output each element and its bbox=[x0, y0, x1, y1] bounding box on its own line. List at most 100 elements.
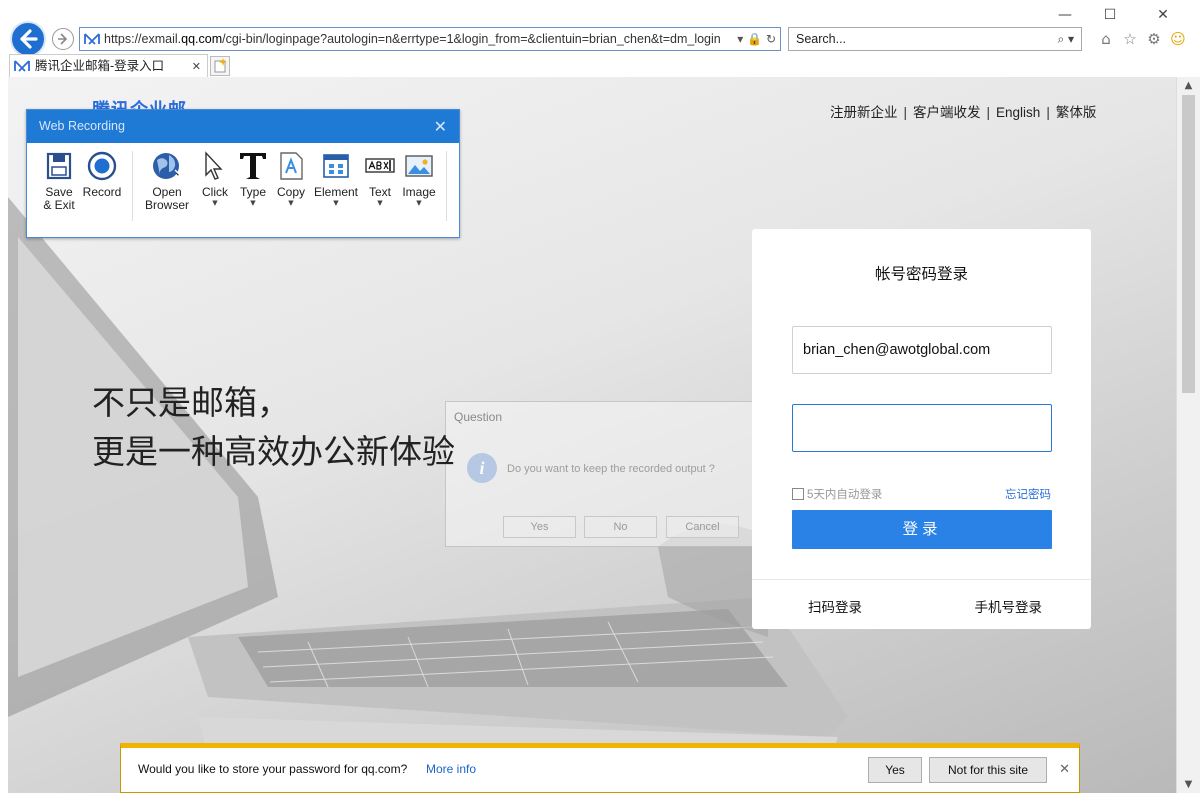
maximize-button[interactable]: ☐ bbox=[1095, 4, 1125, 26]
element-dropdown-icon[interactable]: ▼ bbox=[312, 199, 360, 207]
minimize-button[interactable]: — bbox=[1050, 4, 1080, 26]
copy-label: Copy bbox=[276, 185, 305, 199]
close-icon[interactable]: ✕ bbox=[434, 110, 447, 143]
dialog-yes-button[interactable]: Yes bbox=[503, 516, 576, 538]
scroll-down-icon[interactable]: ▼ bbox=[1177, 776, 1200, 793]
tab-close-icon[interactable]: ✕ bbox=[192, 55, 201, 78]
new-tab-button[interactable] bbox=[210, 56, 230, 76]
tencent-mail-favicon-icon bbox=[84, 33, 100, 45]
text-button[interactable]: Text ▼ bbox=[363, 150, 397, 207]
click-dropdown-icon[interactable]: ▼ bbox=[197, 199, 233, 207]
dialog-cancel-button[interactable]: Cancel bbox=[666, 516, 739, 538]
address-bar[interactable]: https://exmail.qq.com/cgi-bin/loginpage?… bbox=[79, 27, 781, 51]
refresh-icon[interactable]: ↻ bbox=[766, 32, 776, 46]
text-icon bbox=[365, 158, 395, 173]
copy-icon bbox=[280, 152, 303, 180]
address-bar-icons: ▾ 🔒 ↻ bbox=[737, 28, 776, 50]
question-dialog-title: Question bbox=[454, 410, 503, 424]
save-exit-button[interactable]: Save & Exit bbox=[39, 150, 79, 212]
back-button[interactable] bbox=[10, 21, 46, 57]
feedback-smiley-icon[interactable]: ☺ bbox=[1166, 28, 1190, 50]
search-icon[interactable]: ⌕ ▾ bbox=[1057, 28, 1074, 50]
tab-favicon-icon bbox=[14, 60, 30, 72]
image-label: Image bbox=[402, 185, 436, 199]
element-button[interactable]: Element ▼ bbox=[312, 150, 360, 207]
copy-dropdown-icon[interactable]: ▼ bbox=[273, 199, 309, 207]
save-password-notification: Would you like to store your password fo… bbox=[120, 743, 1080, 793]
settings-gear-icon[interactable]: ⚙ bbox=[1142, 28, 1166, 50]
close-notification-icon[interactable]: ✕ bbox=[1059, 762, 1070, 777]
cursor-icon bbox=[205, 151, 223, 180]
register-enterprise-link[interactable]: 注册新企业 bbox=[830, 105, 898, 120]
link-separator: | bbox=[903, 105, 908, 120]
save-label-line2: & Exit bbox=[43, 198, 75, 212]
element-icon bbox=[323, 154, 349, 178]
vertical-scrollbar[interactable]: ▲ ▼ bbox=[1176, 77, 1200, 793]
browser-tab-active[interactable]: 腾讯企业邮箱-登录入口 ✕ bbox=[9, 54, 208, 77]
forgot-password-link[interactable]: 忘记密码 bbox=[1005, 486, 1051, 502]
question-dialog-message: Do you want to keep the recorded output … bbox=[507, 463, 715, 475]
link-separator: | bbox=[1046, 105, 1050, 120]
remember-login-label: 5天内自动登录 bbox=[807, 489, 883, 501]
image-button[interactable]: Image ▼ bbox=[399, 150, 439, 207]
forward-button[interactable] bbox=[52, 28, 74, 50]
type-icon bbox=[240, 153, 266, 179]
english-link[interactable]: English bbox=[996, 105, 1040, 120]
email-field[interactable]: brian_chen@awotglobal.com bbox=[792, 326, 1052, 374]
scroll-up-icon[interactable]: ▲ bbox=[1177, 77, 1200, 94]
password-field[interactable] bbox=[792, 404, 1052, 452]
window-controls: — ☐ ✕ bbox=[1050, 0, 1200, 30]
more-info-link[interactable]: More info bbox=[426, 762, 476, 776]
web-recording-header[interactable]: Web Recording ✕ bbox=[27, 110, 459, 143]
save-password-message: Would you like to store your password fo… bbox=[138, 762, 408, 776]
not-for-this-site-button[interactable]: Not for this site bbox=[929, 757, 1047, 783]
click-label: Click bbox=[202, 185, 228, 199]
phone-login-link[interactable]: 手机号登录 bbox=[975, 596, 1043, 616]
tab-title: 腾讯企业邮箱-登录入口 bbox=[35, 59, 165, 73]
card-divider bbox=[752, 579, 1091, 580]
type-dropdown-icon[interactable]: ▼ bbox=[235, 199, 271, 207]
client-mail-link[interactable]: 客户端收发 bbox=[913, 105, 981, 120]
element-label: Element bbox=[313, 185, 359, 199]
globe-icon bbox=[153, 153, 183, 181]
record-button[interactable]: Record bbox=[81, 150, 123, 199]
remember-login-checkbox[interactable]: 5天内自动登录 bbox=[792, 486, 882, 502]
image-dropdown-icon[interactable]: ▼ bbox=[399, 199, 439, 207]
type-label: Type bbox=[239, 185, 266, 199]
record-icon bbox=[87, 151, 117, 181]
info-icon: i bbox=[467, 453, 497, 483]
header-links: 注册新企业 | 客户端收发 | English | 繁体版 bbox=[830, 101, 1096, 121]
web-recording-title: Web Recording bbox=[39, 119, 125, 133]
dialog-no-button[interactable]: No bbox=[584, 516, 657, 538]
qr-login-link[interactable]: 扫码登录 bbox=[808, 596, 862, 616]
text-label: Text bbox=[368, 185, 391, 199]
open-browser-button[interactable]: Open Browser bbox=[143, 150, 191, 212]
checkbox-box[interactable] bbox=[792, 488, 804, 500]
browser-label: Browser bbox=[144, 198, 189, 212]
address-url: https://exmail.qq.com/cgi-bin/loginpage?… bbox=[104, 28, 721, 50]
link-separator: | bbox=[986, 105, 991, 120]
scrollbar-thumb[interactable] bbox=[1182, 95, 1195, 393]
traditional-chinese-link[interactable]: 繁体版 bbox=[1056, 105, 1097, 120]
click-button[interactable]: Click ▼ bbox=[197, 150, 233, 207]
url-prefix: https://exmail. bbox=[104, 32, 182, 46]
search-placeholder: Search... bbox=[796, 32, 847, 46]
text-dropdown-icon[interactable]: ▼ bbox=[363, 199, 397, 207]
browser-toolbar-icons: ⌂ ☆ ⚙ ☺ bbox=[1094, 28, 1194, 50]
lock-icon[interactable]: 🔒 bbox=[747, 32, 762, 46]
copy-button[interactable]: Copy ▼ bbox=[273, 150, 309, 207]
favorites-star-icon[interactable]: ☆ bbox=[1118, 28, 1142, 50]
login-button[interactable]: 登录 bbox=[792, 510, 1052, 549]
new-tab-icon bbox=[214, 58, 227, 73]
close-window-button[interactable]: ✕ bbox=[1148, 4, 1178, 26]
search-box[interactable]: Search... ⌕ ▾ bbox=[788, 27, 1082, 51]
dropdown-arrow-icon[interactable]: ▾ bbox=[737, 32, 743, 46]
home-icon[interactable]: ⌂ bbox=[1094, 28, 1118, 50]
save-icon bbox=[46, 152, 72, 180]
save-password-yes-button[interactable]: Yes bbox=[868, 757, 922, 783]
type-button[interactable]: Type ▼ bbox=[235, 150, 271, 207]
question-dialog: Question i Do you want to keep the recor… bbox=[445, 401, 754, 547]
slogan-line-2: 更是一种高效办公新体验 bbox=[92, 433, 455, 470]
url-host: qq.com bbox=[181, 32, 223, 46]
toolbar-separator bbox=[446, 151, 447, 221]
